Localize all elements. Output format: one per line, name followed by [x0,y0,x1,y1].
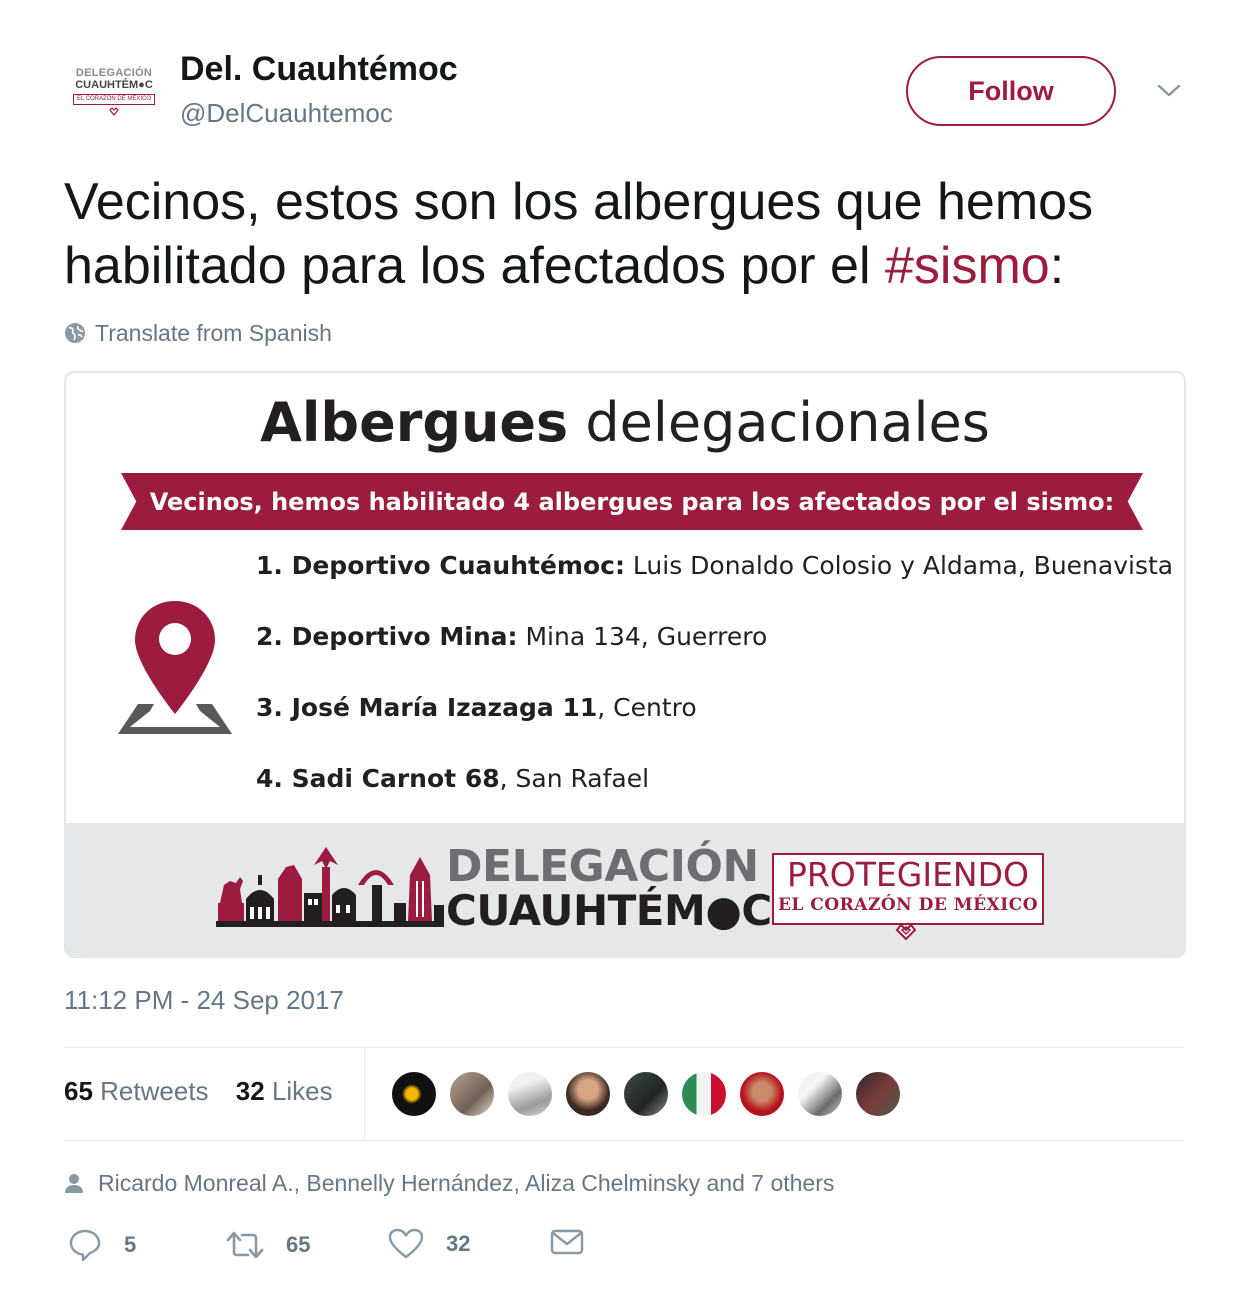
retweets-label: Retweets [100,1076,209,1106]
shelter-name: 1. Deportivo Cuauhtémoc: [256,551,625,580]
likes-count: 32 [235,1076,265,1106]
avatar[interactable] [390,1070,438,1118]
map-pin-icon [118,601,232,734]
reply-count: 5 [124,1232,137,1257]
card-title-bold: Albergues [260,391,569,454]
media-card[interactable]: Albergues delegacionales Vecinos, hemos … [64,371,1186,958]
heart-icon [895,923,917,941]
tweet-timestamp[interactable]: 11:12 PM - 24 Sep 2017 [64,985,344,1016]
avatar[interactable] [738,1070,786,1118]
like-count: 32 [446,1231,471,1256]
liked-by-row[interactable]: Ricardo Monreal A., Bennelly Hernández, … [64,1170,834,1197]
list-item: 1. Deportivo Cuauhtémoc: Luis Donaldo Co… [256,551,1173,622]
shelter-name: 2. Deportivo Mina: [256,622,518,651]
avatar[interactable] [622,1070,670,1118]
like-button[interactable]: 32 [388,1228,470,1260]
delegacion-logo: DELEGACIÓN CUAUHTÉM●C [446,845,772,933]
avatar[interactable] [564,1070,612,1118]
shelter-address: , San Rafael [499,764,650,793]
tweet-stats: 65 Retweets 32 Likes [64,1076,333,1107]
user-handle[interactable]: @DelCuauhtemoc [180,98,393,129]
avatar[interactable] [506,1070,554,1118]
slogan-box: PROTEGIENDO EL CORAZÓN DE MÉXICO [772,853,1044,925]
divider [64,1047,1184,1048]
card-title: Albergues delegacionales [66,391,1184,454]
tweet-header: DELEGACIÓN CUAUHTÉM●C EL CORAZÓN DE MÉXI… [64,50,1184,140]
avatar[interactable] [854,1070,902,1118]
city-skyline-icon [216,847,444,927]
retweet-icon [226,1231,264,1259]
card-title-rest: delegacionales [568,391,990,454]
avatar[interactable] [680,1070,728,1118]
reply-button[interactable]: 5 [68,1228,136,1262]
shelter-list: 1. Deportivo Cuauhtémoc: Luis Donaldo Co… [256,551,1173,835]
avatar[interactable] [448,1070,496,1118]
retweets-stat[interactable]: 65 Retweets [64,1076,209,1106]
follow-button[interactable]: Follow [906,56,1116,126]
avatar-text-line1: DELEGACIÓN [75,67,153,79]
liked-by-text: Ricardo Monreal A., Bennelly Hernández, … [98,1170,835,1196]
slogan-line2: EL CORAZÓN DE MÉXICO [777,895,1039,915]
globe-icon [65,323,85,343]
avatar[interactable]: DELEGACIÓN CUAUHTÉM●C EL CORAZÓN DE MÉXI… [64,60,164,124]
shelter-address: , Centro [597,693,697,722]
shelter-address: Mina 134, Guerrero [517,622,768,651]
avatar-text-line2: CUAUHTÉM●C [75,79,153,91]
list-item: 2. Deportivo Mina: Mina 134, Guerrero [256,622,1173,693]
shelter-address: Luis Donaldo Colosio y Aldama, Buenavist… [624,551,1174,580]
heart-icon [388,1228,424,1259]
tweet-text: Vecinos, estos son los albergues que hem… [64,170,1194,298]
direct-message-button[interactable] [550,1228,606,1256]
shelter-name: 3. José María Izazaga 11 [256,693,598,722]
retweet-count: 65 [286,1232,311,1257]
translate-label: Translate from Spanish [95,319,332,346]
likes-stat[interactable]: 32 Likes [236,1076,333,1106]
likes-label: Likes [271,1076,333,1106]
retweet-button[interactable]: 65 [226,1228,310,1262]
tweet-text-end: : [1049,237,1065,295]
envelope-icon [550,1229,584,1255]
chevron-down-icon[interactable] [1154,78,1184,102]
divider [64,1140,1184,1141]
reply-icon [69,1229,101,1262]
logo-line1: DELEGACIÓN [446,841,759,892]
display-name[interactable]: Del. Cuauhtémoc [180,50,458,89]
shelter-name: 4. Sadi Carnot 68 [256,764,500,793]
person-icon [65,1173,83,1193]
logo-line2: CUAUHTÉM●C [446,886,772,935]
card-footer-band: DELEGACIÓN CUAUHTÉM●C PROTEGIENDO EL COR… [66,823,1184,956]
list-item: 3. José María Izazaga 11, Centro [256,693,1173,764]
divider [364,1047,365,1140]
card-banner: Vecinos, hemos habilitado 4 albergues pa… [121,473,1143,530]
retweets-count: 65 [64,1076,93,1106]
slogan-line1: PROTEGIENDO [786,855,1030,894]
avatar-text-line3: EL CORAZÓN DE MÉXICO [72,94,156,105]
translate-link[interactable]: Translate from Spanish [64,318,332,348]
heart-icon [109,107,119,116]
avatar[interactable] [796,1070,844,1118]
hashtag-link[interactable]: #sismo [885,237,1050,295]
